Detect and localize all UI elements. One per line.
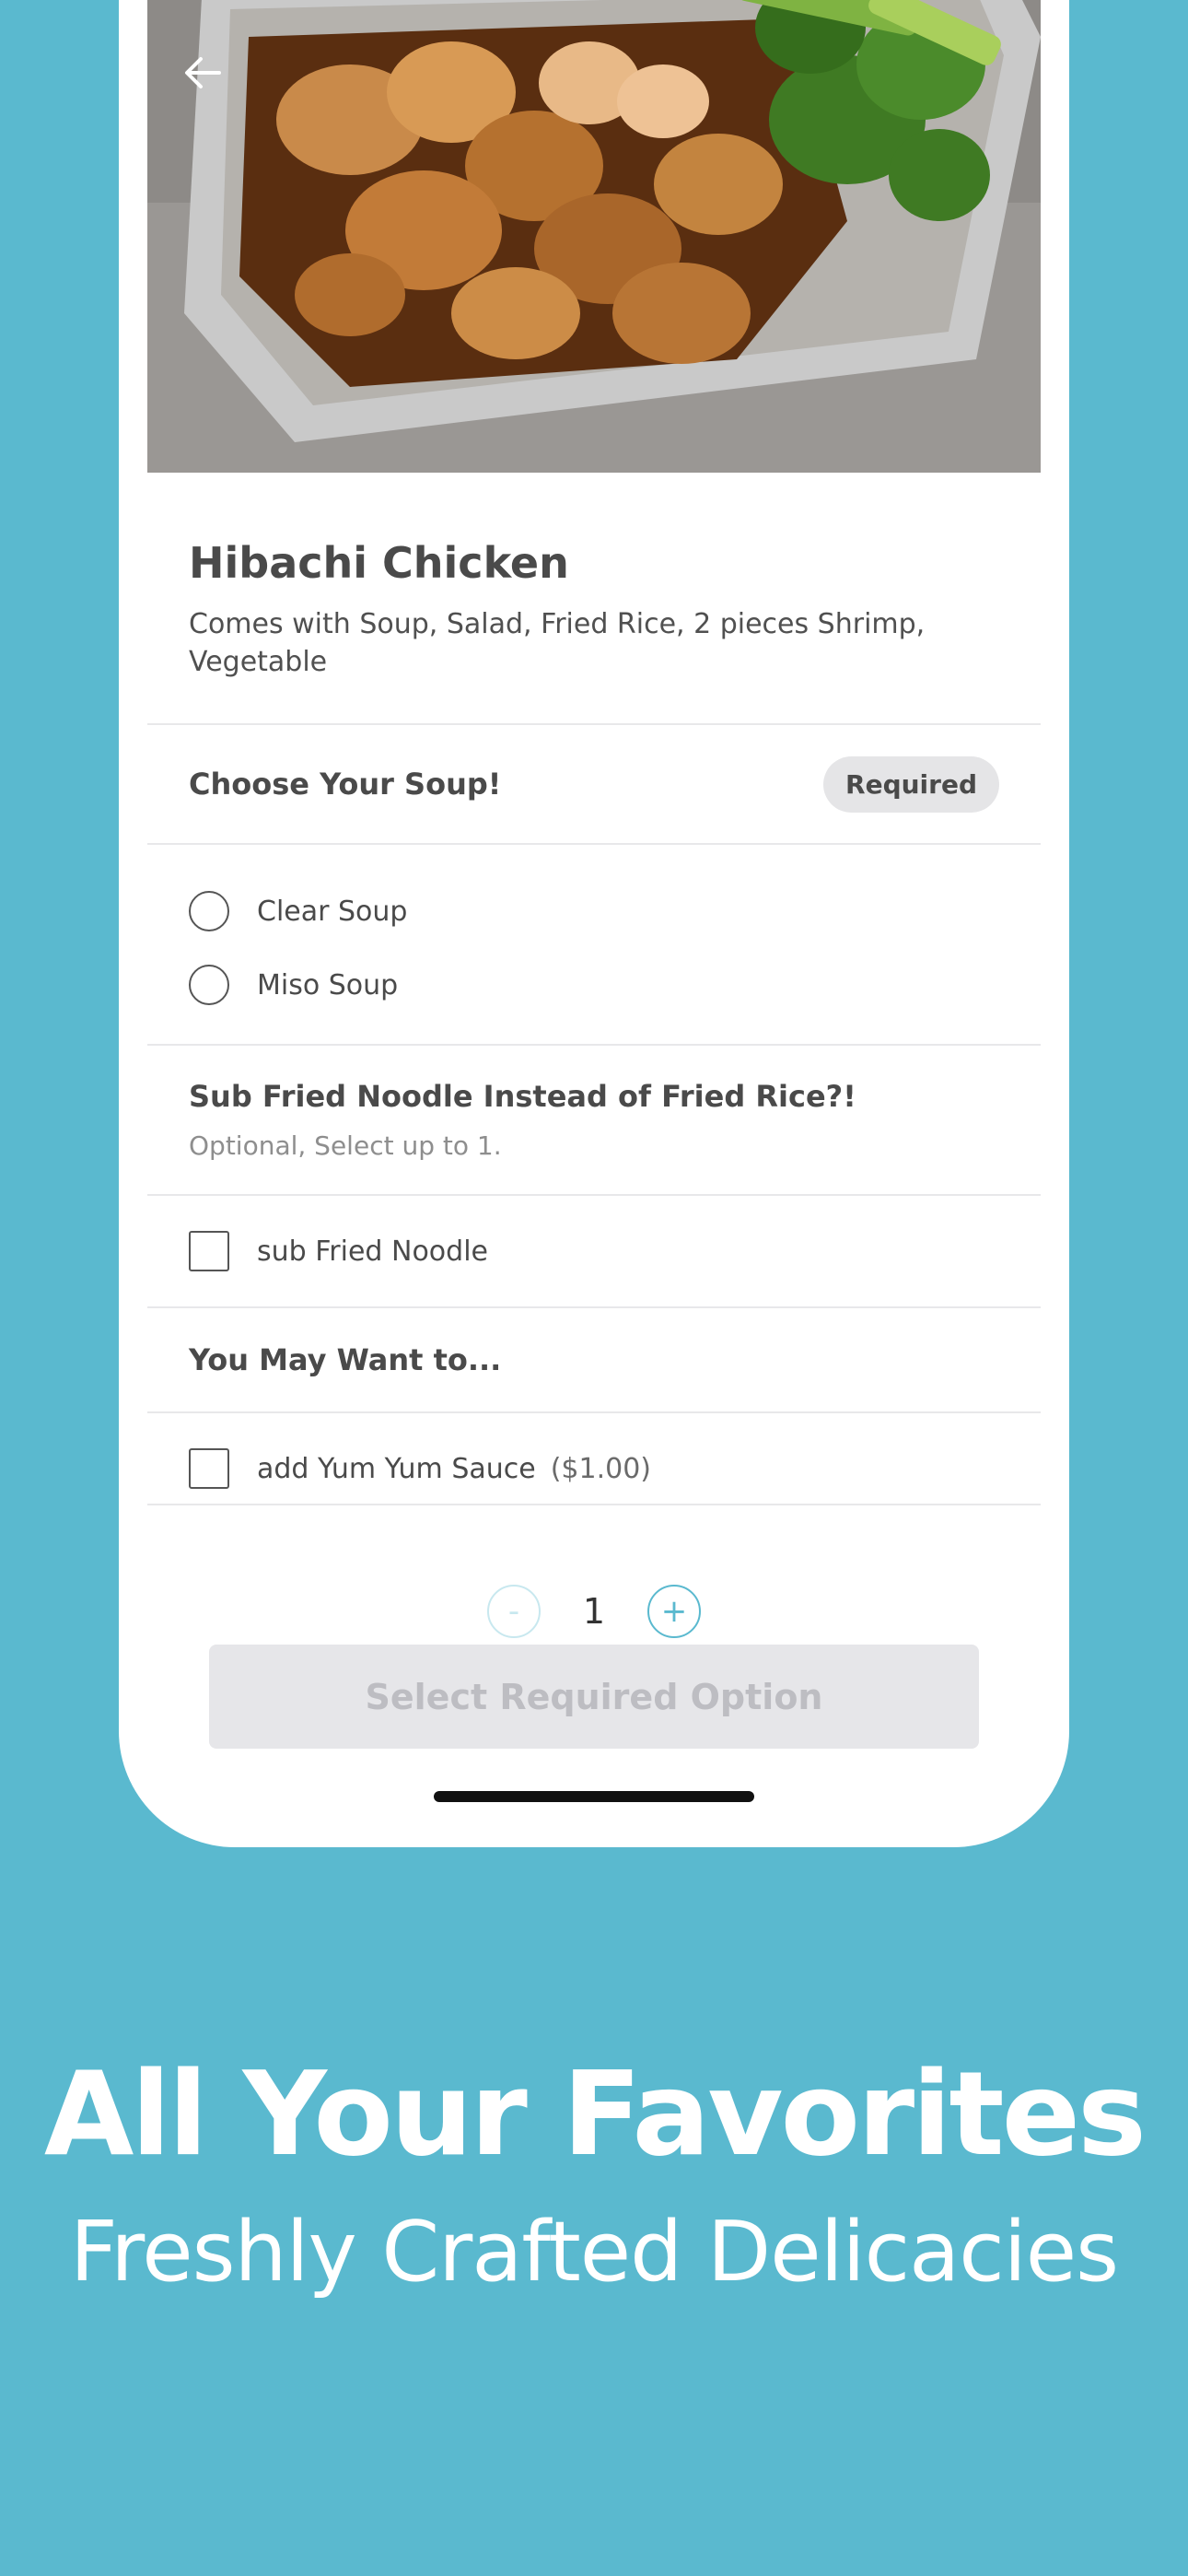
noodle-section-title: Sub Fried Noodle Instead of Fried Rice?! — [189, 1079, 856, 1114]
soup-option-clear[interactable]: Clear Soup — [189, 874, 999, 948]
hibachi-chicken-photo — [147, 0, 1041, 473]
extras-section-title: You May Want to... — [189, 1342, 502, 1377]
marketing-headline: All Your Favorites — [43, 2046, 1147, 2182]
increment-button[interactable]: + — [647, 1585, 701, 1638]
option-label: sub Fried Noodle — [257, 1235, 488, 1268]
item-detail-screen: Hibachi Chicken Comes with Soup, Salad, … — [147, 0, 1041, 1505]
radio-button[interactable] — [189, 891, 229, 931]
option-label: Miso Soup — [257, 968, 399, 1001]
soup-section-title: Choose Your Soup! — [189, 767, 502, 802]
noodle-option-sub-fried-noodle[interactable]: sub Fried Noodle — [189, 1214, 999, 1288]
soup-options: Clear Soup Miso Soup — [147, 845, 1041, 1046]
checkbox[interactable] — [189, 1448, 229, 1489]
noodle-section-subtitle: Optional, Select up to 1. — [189, 1130, 502, 1161]
extras-section-header: You May Want to... — [147, 1308, 1041, 1413]
soup-section-header: Choose Your Soup! Required — [147, 725, 1041, 845]
item-photo — [147, 0, 1041, 473]
quantity-value: 1 — [582, 1591, 606, 1632]
quantity-stepper: - 1 + — [119, 1585, 1069, 1638]
home-indicator — [434, 1791, 754, 1802]
arrow-left-icon — [185, 57, 221, 88]
option-label: add Yum Yum Sauce — [257, 1452, 536, 1485]
option-price: ($1.00) — [550, 1452, 652, 1485]
checkbox[interactable] — [189, 1231, 229, 1271]
radio-button[interactable] — [189, 965, 229, 1005]
item-header: Hibachi Chicken Comes with Soup, Salad, … — [147, 473, 1041, 725]
noodle-section-header: Sub Fried Noodle Instead of Fried Rice?!… — [147, 1046, 1041, 1196]
item-description: Comes with Soup, Salad, Fried Rice, 2 pi… — [189, 608, 926, 678]
phone-frame: Hibachi Chicken Comes with Soup, Salad, … — [119, 0, 1069, 1847]
noodle-options: sub Fried Noodle — [147, 1196, 1041, 1308]
back-button[interactable] — [171, 41, 236, 105]
soup-option-miso[interactable]: Miso Soup — [189, 948, 999, 1022]
marketing-subheadline: Freshly Crafted Delicacies — [70, 2204, 1119, 2301]
select-required-option-button[interactable]: Select Required Option — [209, 1645, 979, 1749]
extras-option-yum-yum-sauce[interactable]: add Yum Yum Sauce ($1.00) — [189, 1432, 999, 1505]
extras-options: add Yum Yum Sauce ($1.00) — [147, 1413, 1041, 1505]
decrement-button[interactable]: - — [487, 1585, 541, 1638]
item-title: Hibachi Chicken — [189, 538, 569, 588]
option-label: Clear Soup — [257, 895, 408, 928]
required-badge: Required — [823, 755, 999, 813]
